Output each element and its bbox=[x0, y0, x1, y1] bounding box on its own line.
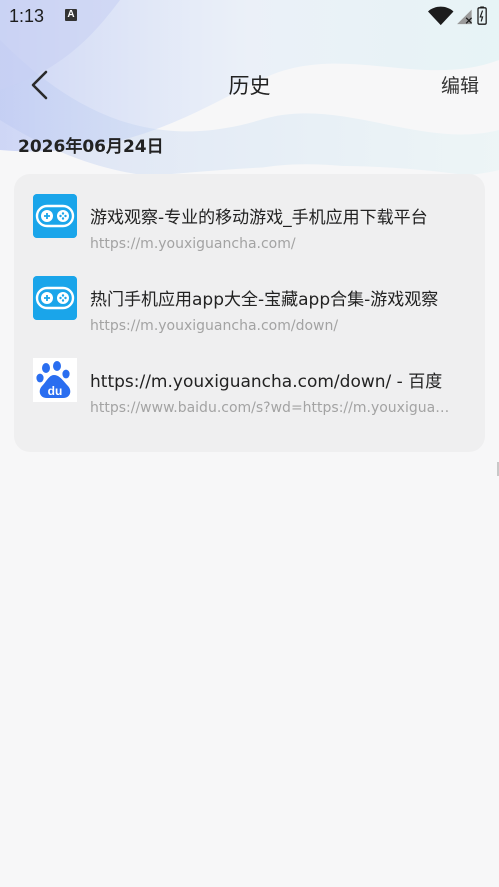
page-title: 历史 bbox=[228, 74, 271, 98]
history-item[interactable]: 热门手机应用app大全-宝藏app合集-游戏观察 https://m.youxi… bbox=[14, 256, 485, 338]
status-time: 1:13 bbox=[9, 6, 45, 26]
status-icons bbox=[428, 6, 487, 26]
svg-text:du: du bbox=[48, 384, 63, 398]
history-item-url: https://www.baidu.com/s?wd=https://m.you… bbox=[90, 400, 452, 416]
baidu-paw-icon: du bbox=[33, 358, 77, 402]
battery-icon bbox=[477, 6, 487, 25]
date-group-header: 2026年06月24日 bbox=[18, 137, 164, 157]
history-item-url: https://m.youxiguancha.com/ bbox=[90, 236, 296, 252]
history-item-title: 热门手机应用app大全-宝藏app合集-游戏观察 bbox=[90, 290, 439, 310]
gamepad-icon bbox=[33, 276, 77, 320]
notification-a-icon: A bbox=[65, 9, 77, 21]
status-bar: 1:13 A bbox=[0, 0, 499, 34]
history-item[interactable]: 游戏观察-专业的移动游戏_手机应用下载平台 https://m.youxigua… bbox=[14, 174, 485, 256]
cell-signal-icon bbox=[457, 9, 473, 25]
wifi-icon bbox=[428, 6, 454, 26]
gamepad-icon bbox=[33, 194, 77, 238]
history-list-card: 游戏观察-专业的移动游戏_手机应用下载平台 https://m.youxigua… bbox=[14, 174, 485, 452]
edit-button[interactable]: 编辑 bbox=[441, 71, 479, 98]
history-item-title: 游戏观察-专业的移动游戏_手机应用下载平台 bbox=[90, 208, 428, 228]
history-item[interactable]: du https://m.youxiguancha.com/down/ - 百度… bbox=[14, 338, 485, 420]
history-item-url: https://m.youxiguancha.com/down/ bbox=[90, 318, 339, 334]
history-item-title: https://m.youxiguancha.com/down/ - 百度 bbox=[90, 372, 443, 392]
nav-bar: 历史 编辑 bbox=[0, 58, 499, 110]
